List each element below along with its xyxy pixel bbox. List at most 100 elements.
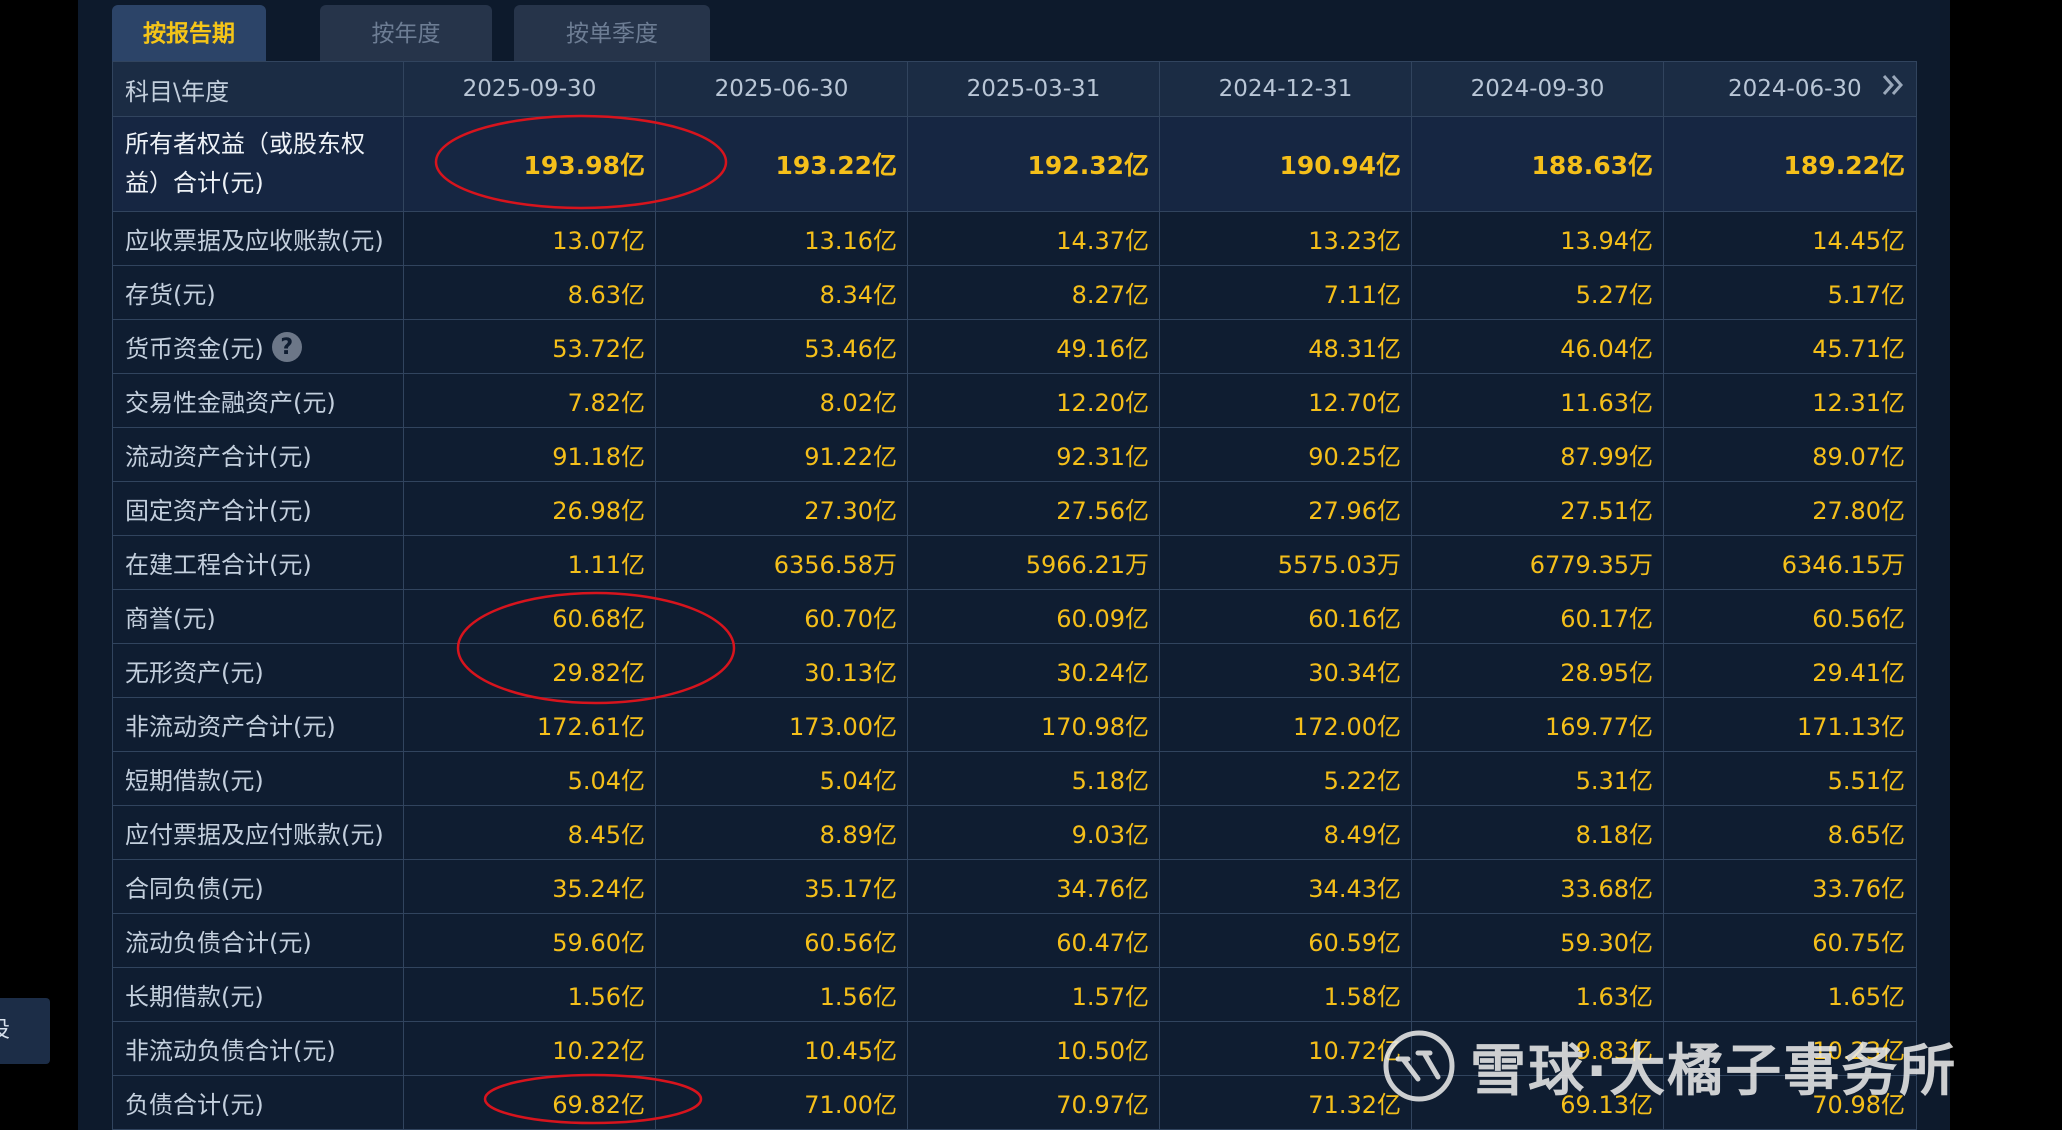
table-header-row: 科目\年度 2025-09-30 2025-06-30 2025-03-31 2… bbox=[113, 62, 1916, 117]
table-row: 货币资金(元)? 53.72亿 53.46亿 49.16亿 48.31亿 46.04亿 45… bbox=[113, 320, 1916, 374]
column-header[interactable]: 2025-06-30 bbox=[656, 62, 908, 116]
table-cell: 60.16亿 bbox=[1160, 590, 1412, 643]
table-cell: 34.76亿 bbox=[908, 860, 1160, 913]
table-cell: 8.45亿 bbox=[404, 806, 656, 859]
table-cell: 60.70亿 bbox=[656, 590, 908, 643]
table-cell: 10.22亿 bbox=[404, 1022, 656, 1075]
table-cell: 8.89亿 bbox=[656, 806, 908, 859]
table-row: 交易性金融资产(元) 7.82亿 8.02亿 12.20亿 12.70亿 11.63亿 12… bbox=[113, 374, 1916, 428]
row-label: 存货(元) bbox=[113, 266, 404, 319]
row-label-text: 应付票据及应付账款(元) bbox=[125, 821, 384, 849]
row-label: 非流动负债合计(元) bbox=[113, 1022, 404, 1075]
table-cell: 30.24亿 bbox=[908, 644, 1160, 697]
table-row: 流动负债合计(元) 59.60亿 60.56亿 60.47亿 60.59亿 59.30亿 6… bbox=[113, 914, 1916, 968]
table-cell: 46.04亿 bbox=[1412, 320, 1664, 373]
table-row: 应付票据及应付账款(元) 8.45亿 8.89亿 9.03亿 8.49亿 8.18亿 8.6… bbox=[113, 806, 1916, 860]
equity-row: 所有者权益（或股东权益）合计(元) 193.98亿 193.22亿 192.32… bbox=[113, 117, 1916, 212]
table-cell: 28.95亿 bbox=[1412, 644, 1664, 697]
table-cell: 60.68亿 bbox=[404, 590, 656, 643]
table-cell: 27.80亿 bbox=[1812, 497, 1905, 525]
column-header[interactable]: 2024-12-31 bbox=[1160, 62, 1412, 116]
table-cell: 29.82亿 bbox=[404, 644, 656, 697]
table-cell: 33.76亿 bbox=[1812, 875, 1905, 903]
table-row: 应收票据及应收账款(元) 13.07亿 13.16亿 14.37亿 13.23亿 13.9… bbox=[113, 212, 1916, 266]
row-label-text: 流动资产合计(元) bbox=[125, 443, 312, 471]
row-label-text: 流动负债合计(元) bbox=[125, 929, 312, 957]
xueqiu-watermark: 雪球·大橘子事务所 bbox=[1382, 1026, 1957, 1106]
table-cell: 27.30亿 bbox=[656, 482, 908, 535]
table-cell: 192.32亿 bbox=[908, 117, 1160, 211]
table-row: 在建工程合计(元) 1.11亿 6356.58万 5966.21万 5575.03万 67… bbox=[113, 536, 1916, 590]
table-cell: 59.60亿 bbox=[404, 914, 656, 967]
table-cell: 87.99亿 bbox=[1412, 428, 1664, 481]
table-cell: 5.27亿 bbox=[1412, 266, 1664, 319]
table-cell: 8.27亿 bbox=[908, 266, 1160, 319]
table-cell: 7.82亿 bbox=[404, 374, 656, 427]
table-cell: 7.11亿 bbox=[1160, 266, 1412, 319]
table-cell: 5575.03万 bbox=[1160, 536, 1412, 589]
table-cell: 188.63亿 bbox=[1412, 117, 1664, 211]
row-label: 长期借款(元) bbox=[113, 968, 404, 1021]
table-cell: 35.17亿 bbox=[656, 860, 908, 913]
column-header[interactable]: 2025-03-31 bbox=[908, 62, 1160, 116]
side-tab-label: 投 bbox=[0, 1018, 10, 1043]
row-label: 交易性金融资产(元) bbox=[113, 374, 404, 427]
row-label: 在建工程合计(元) bbox=[113, 536, 404, 589]
table-cell: 53.72亿 bbox=[404, 320, 656, 373]
side-collapsed-tab[interactable]: 投 bbox=[0, 998, 50, 1064]
row-label: 应收票据及应收账款(元) bbox=[113, 212, 404, 265]
row-label: 短期借款(元) bbox=[113, 752, 404, 805]
row-label: 商誉(元) bbox=[113, 590, 404, 643]
row-label: 负债合计(元) bbox=[113, 1076, 404, 1129]
table-cell: 12.70亿 bbox=[1160, 374, 1412, 427]
column-header[interactable]: 2024-09-30 bbox=[1412, 62, 1664, 116]
table-cell: 8.18亿 bbox=[1412, 806, 1664, 859]
column-header[interactable]: 2024-06-30 bbox=[1664, 62, 1915, 116]
tab-by-quarter[interactable]: 按单季度 bbox=[514, 5, 710, 61]
corner-label: 科目\年度 bbox=[113, 62, 404, 116]
row-label: 货币资金(元)? bbox=[113, 320, 404, 373]
table-cell: 49.16亿 bbox=[908, 320, 1160, 373]
table-row: 无形资产(元) 29.82亿 30.13亿 30.24亿 30.34亿 28.95亿 29.… bbox=[113, 644, 1916, 698]
table-cell: 48.31亿 bbox=[1160, 320, 1412, 373]
table-cell: 91.22亿 bbox=[656, 428, 908, 481]
table-cell: 1.57亿 bbox=[908, 968, 1160, 1021]
table-cell: 171.13亿 bbox=[1797, 713, 1905, 741]
table-cell: 91.18亿 bbox=[404, 428, 656, 481]
row-label-text: 长期借款(元) bbox=[125, 983, 264, 1011]
tab-by-report-period[interactable]: 按报告期 bbox=[112, 5, 266, 61]
table-cell: 9.03亿 bbox=[908, 806, 1160, 859]
table-cell: 5966.21万 bbox=[908, 536, 1160, 589]
double-chevron-right-icon[interactable] bbox=[1880, 72, 1906, 98]
row-label: 固定资产合计(元) bbox=[113, 482, 404, 535]
row-label-text: 货币资金(元) bbox=[125, 335, 264, 363]
table-cell: 189.22亿 bbox=[1783, 151, 1905, 180]
table-cell: 27.56亿 bbox=[908, 482, 1160, 535]
table-cell: 8.34亿 bbox=[656, 266, 908, 319]
table-cell: 71.32亿 bbox=[1160, 1076, 1412, 1129]
question-circle-icon[interactable]: ? bbox=[271, 331, 302, 362]
row-label-text: 交易性金融资产(元) bbox=[125, 389, 336, 417]
table-cell: 60.56亿 bbox=[656, 914, 908, 967]
column-header[interactable]: 2025-09-30 bbox=[404, 62, 656, 116]
table-row: 流动资产合计(元) 91.18亿 91.22亿 92.31亿 90.25亿 87.99亿 8… bbox=[113, 428, 1916, 482]
table-cell: 170.98亿 bbox=[908, 698, 1160, 751]
table-row: 长期借款(元) 1.56亿 1.56亿 1.57亿 1.58亿 1.63亿 1.65亿 bbox=[113, 968, 1916, 1022]
row-label-text: 非流动资产合计(元) bbox=[125, 713, 336, 741]
row-label: 流动资产合计(元) bbox=[113, 428, 404, 481]
row-label-text: 应收票据及应收账款(元) bbox=[125, 227, 384, 255]
table-cell: 1.63亿 bbox=[1412, 968, 1664, 1021]
table-cell: 92.31亿 bbox=[908, 428, 1160, 481]
table-cell: 60.56亿 bbox=[1812, 605, 1905, 633]
row-label-text: 短期借款(元) bbox=[125, 767, 264, 795]
table-cell: 6346.15万 bbox=[1781, 551, 1905, 579]
xueqiu-logo-icon bbox=[1383, 1030, 1455, 1102]
table-row: 存货(元) 8.63亿 8.34亿 8.27亿 7.11亿 5.27亿 5.17亿 bbox=[113, 266, 1916, 320]
row-label-text: 商誉(元) bbox=[125, 605, 216, 633]
table-cell: 60.09亿 bbox=[908, 590, 1160, 643]
tab-by-year[interactable]: 按年度 bbox=[320, 5, 492, 61]
table-cell: 26.98亿 bbox=[404, 482, 656, 535]
table-cell: 13.07亿 bbox=[404, 212, 656, 265]
table-cell: 169.77亿 bbox=[1412, 698, 1664, 751]
table-cell: 8.63亿 bbox=[404, 266, 656, 319]
